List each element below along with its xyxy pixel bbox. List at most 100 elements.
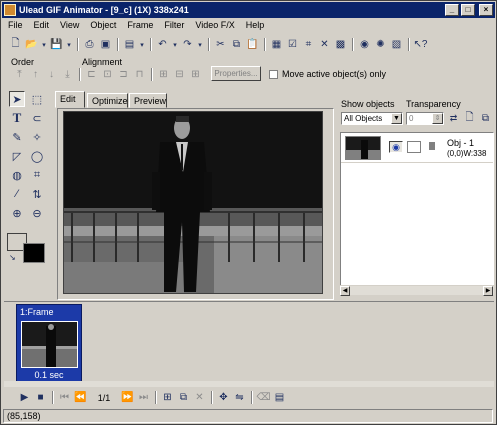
crop-tool-icon[interactable]: ⌗ bbox=[29, 167, 45, 183]
align-left-icon[interactable]: ⊏ bbox=[85, 69, 98, 81]
copy-icon[interactable]: ⧉ bbox=[230, 39, 243, 51]
save-icon[interactable]: 💾 bbox=[50, 39, 63, 51]
minimize-button[interactable]: _ bbox=[445, 4, 459, 16]
paintbrush-tool-icon[interactable]: ✎ bbox=[9, 129, 25, 145]
tween-icon[interactable]: ✥ bbox=[217, 392, 230, 404]
menu-view[interactable]: View bbox=[60, 20, 79, 30]
frame-properties-icon[interactable]: ▤ bbox=[273, 392, 286, 404]
eye-visibility-icon[interactable]: ◉ bbox=[389, 141, 403, 153]
play-icon[interactable]: ▶ bbox=[18, 392, 31, 404]
scroll-left-icon[interactable]: ◀ bbox=[340, 286, 350, 296]
frame-delay[interactable]: 0.1 sec bbox=[17, 370, 81, 380]
align-bottom-icon[interactable]: ⊟ bbox=[173, 69, 186, 81]
scroll-right-icon[interactable]: ▶ bbox=[483, 286, 493, 296]
print-icon[interactable]: ⎙ bbox=[83, 39, 96, 51]
align-middle-icon[interactable]: ⊞ bbox=[157, 69, 170, 81]
menu-frame[interactable]: Frame bbox=[127, 20, 153, 30]
send-to-back-icon[interactable]: ⤓ bbox=[61, 69, 74, 81]
bring-to-front-icon[interactable]: ⤒ bbox=[13, 69, 26, 81]
title-bar[interactable]: Ulead GIF Animator - [9_c] (1X) 338x241 … bbox=[2, 2, 495, 18]
pick-tool-icon[interactable]: ➤ bbox=[9, 91, 25, 107]
spinner-icon[interactable]: ⇕ bbox=[432, 113, 443, 124]
previous-frame-icon[interactable]: ⏪ bbox=[74, 392, 87, 404]
eraser-tool-icon[interactable]: ◸ bbox=[9, 148, 25, 164]
marquee-tool-icon[interactable]: ⬚ bbox=[29, 91, 45, 107]
open-icon[interactable]: 📂 bbox=[25, 39, 38, 51]
dropdown-icon[interactable]: ▾ bbox=[139, 39, 145, 51]
eyedropper-tool-icon[interactable]: ⁄ bbox=[9, 186, 25, 202]
lasso-tool-icon[interactable]: ⊂ bbox=[29, 110, 45, 126]
slider-icon[interactable]: ⇄ bbox=[447, 112, 460, 124]
menu-video-fx[interactable]: Video F/X bbox=[195, 20, 234, 30]
move-active-checkbox[interactable] bbox=[269, 70, 278, 80]
frame-thumbnail-1[interactable]: 1:Frame 0.1 sec bbox=[16, 304, 82, 383]
show-objects-select[interactable]: All Objects ▼ bbox=[341, 112, 403, 125]
send-backward-icon[interactable]: ↓ bbox=[45, 69, 58, 81]
tab-edit[interactable]: Edit bbox=[55, 91, 85, 108]
next-frame-icon[interactable]: ⏩ bbox=[121, 392, 134, 404]
frame-properties-icon[interactable]: ▦ bbox=[270, 39, 283, 51]
fill-tool-icon[interactable]: ◍ bbox=[9, 167, 25, 183]
move-active-option[interactable]: Move active object(s) only bbox=[269, 69, 386, 80]
new-object-icon[interactable]: 🗋 bbox=[463, 112, 476, 124]
globe-icon[interactable]: ◉ bbox=[358, 39, 371, 51]
dropdown-icon[interactable]: ▾ bbox=[197, 39, 203, 51]
image-canvas[interactable] bbox=[63, 111, 323, 294]
delete-frame-icon[interactable]: ✕ bbox=[193, 392, 206, 404]
maximize-button[interactable]: □ bbox=[461, 4, 475, 16]
tab-optimize[interactable]: Optimize bbox=[87, 93, 128, 108]
align-center-icon[interactable]: ⊡ bbox=[101, 69, 114, 81]
object-row[interactable]: ◉ Obj - 1 (0,0)W:338 bbox=[341, 133, 493, 163]
effects-icon[interactable]: ✺ bbox=[374, 39, 387, 51]
lock-toggle[interactable] bbox=[407, 141, 421, 153]
object-list-scrollbar[interactable]: ◀ ▶ bbox=[340, 285, 494, 296]
export-icon[interactable]: ▣ bbox=[99, 39, 112, 51]
distribute-icon[interactable]: ⊞ bbox=[189, 69, 202, 81]
menu-edit[interactable]: Edit bbox=[34, 20, 50, 30]
zoom-in-tool-icon[interactable]: ⊕ bbox=[9, 205, 25, 221]
cut-icon[interactable]: ✂ bbox=[214, 39, 227, 51]
magic-wand-tool-icon[interactable]: ✧ bbox=[29, 129, 45, 145]
first-frame-icon[interactable]: ⏮ bbox=[58, 392, 71, 404]
check-icon[interactable]: ☑ bbox=[286, 39, 299, 51]
menu-filter[interactable]: Filter bbox=[164, 20, 184, 30]
transform-tool-icon[interactable]: ⇅ bbox=[29, 186, 45, 202]
tab-preview[interactable]: Preview bbox=[129, 93, 167, 108]
delete-icon[interactable]: ✕ bbox=[318, 39, 331, 51]
zoom-out-tool-icon[interactable]: ⊖ bbox=[29, 205, 45, 221]
crop-icon[interactable]: ⌗ bbox=[302, 39, 315, 51]
optimize-icon[interactable]: ▧ bbox=[390, 39, 403, 51]
dropdown-icon[interactable]: ▾ bbox=[41, 39, 47, 51]
properties-button[interactable]: Properties... bbox=[211, 66, 261, 81]
align-right-icon[interactable]: ⊐ bbox=[117, 69, 130, 81]
frame-scrollbar[interactable] bbox=[4, 381, 494, 387]
object-options-icon[interactable]: ⧉ bbox=[479, 112, 492, 124]
redo-icon[interactable]: ↷ bbox=[181, 39, 194, 51]
dropdown-icon[interactable]: ▾ bbox=[172, 39, 178, 51]
transparency-input[interactable]: 0 ⇕ bbox=[406, 112, 444, 125]
chevron-down-icon[interactable]: ▼ bbox=[391, 113, 402, 124]
grid-icon[interactable]: ▩ bbox=[334, 39, 347, 51]
dropdown-icon[interactable]: ▾ bbox=[66, 39, 72, 51]
reverse-frames-icon[interactable]: ⇋ bbox=[233, 392, 246, 404]
paste-icon[interactable]: 📋 bbox=[246, 39, 259, 51]
swap-colors-icon[interactable]: ↘ bbox=[9, 253, 16, 262]
ellipse-select-tool-icon[interactable]: ◯ bbox=[29, 148, 45, 164]
menu-file[interactable]: File bbox=[8, 20, 23, 30]
add-image-icon[interactable]: ▤ bbox=[123, 39, 136, 51]
undo-icon[interactable]: ↶ bbox=[156, 39, 169, 51]
align-top-icon[interactable]: ⊓ bbox=[133, 69, 146, 81]
bring-forward-icon[interactable]: ↑ bbox=[29, 69, 42, 81]
duplicate-frame-icon[interactable]: ⧉ bbox=[177, 392, 190, 404]
menu-help[interactable]: Help bbox=[246, 20, 265, 30]
stop-icon[interactable]: ■ bbox=[34, 392, 47, 404]
help-pointer-icon[interactable]: ↖? bbox=[414, 39, 428, 51]
trash-icon[interactable]: ⌫ bbox=[256, 392, 270, 404]
add-frame-icon[interactable]: ⊞ bbox=[161, 392, 174, 404]
background-color-swatch[interactable] bbox=[23, 243, 45, 263]
close-button[interactable]: × bbox=[479, 4, 493, 16]
text-tool-icon[interactable]: T bbox=[9, 110, 25, 126]
menu-object[interactable]: Object bbox=[90, 20, 116, 30]
last-frame-icon[interactable]: ⏭ bbox=[137, 392, 150, 404]
new-icon[interactable]: 🗋 bbox=[9, 38, 22, 51]
